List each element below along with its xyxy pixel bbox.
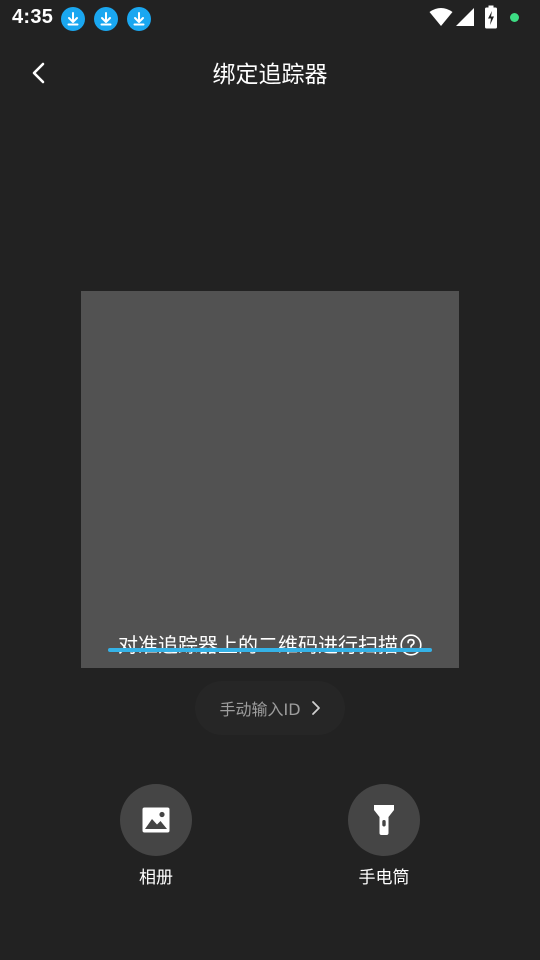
wifi-icon [429, 7, 453, 31]
notification-dot [510, 13, 519, 22]
status-time: 4:35 [12, 6, 54, 28]
page-title: 绑定追踪器 [212, 62, 328, 88]
flashlight-icon [374, 805, 394, 835]
status-bar: 4:35 [0, 0, 540, 36]
scan-line [108, 648, 432, 652]
scan-hint-text: 对准追踪器上的二维码进行扫描 [118, 632, 398, 657]
chevron-right-icon [311, 701, 320, 715]
cellular-signal-icon [455, 7, 475, 31]
manual-entry-button[interactable]: 手动输入ID [195, 681, 345, 735]
download-icon [127, 7, 151, 31]
album-button[interactable] [120, 784, 192, 856]
question-circle-icon[interactable] [400, 633, 422, 656]
image-icon [142, 807, 170, 833]
scan-viewfinder: 对准追踪器上的二维码进行扫描 [81, 291, 459, 668]
flashlight-label: 手电筒 [358, 868, 410, 888]
flashlight-button[interactable] [348, 784, 420, 856]
manual-entry-label: 手动输入ID [219, 700, 301, 719]
scan-hint: 对准追踪器上的二维码进行扫描 [81, 629, 459, 659]
download-icon [94, 7, 118, 31]
album-action: 相册 [96, 784, 216, 890]
flashlight-action: 手电筒 [324, 784, 444, 890]
album-label: 相册 [139, 868, 173, 888]
battery-charging-icon [484, 5, 498, 33]
download-icon [61, 7, 85, 31]
